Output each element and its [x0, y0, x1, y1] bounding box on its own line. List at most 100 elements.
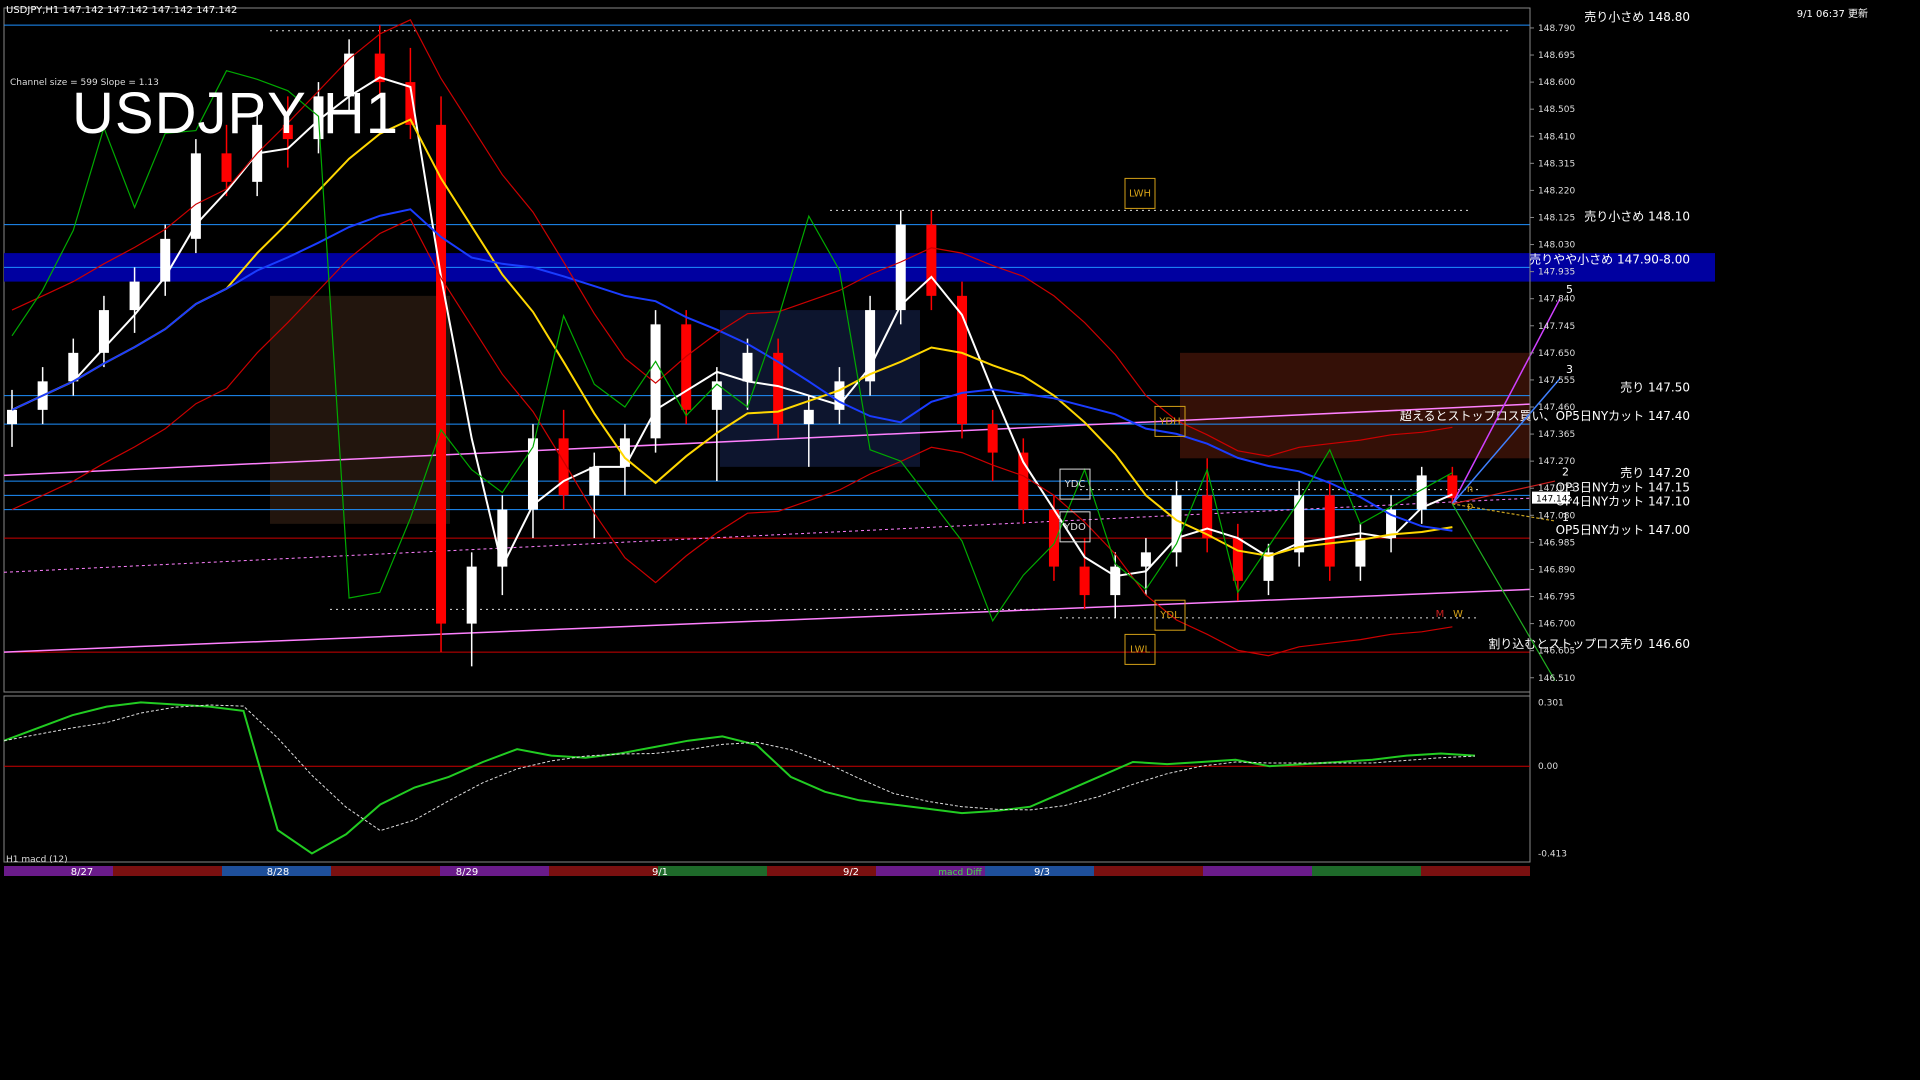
candle-body — [1079, 566, 1090, 596]
date-label: 8/29 — [456, 867, 478, 878]
update-time: 9/1 06:37 更新 — [1796, 9, 1868, 20]
candle-body — [436, 124, 447, 624]
candle-body — [589, 466, 600, 496]
marker-small-label: p — [1467, 501, 1473, 512]
level-label: OP3日NYカット 147.15 — [1556, 480, 1690, 494]
candle-body — [1324, 495, 1335, 567]
level-label: OP5日NYカット 147.00 — [1556, 523, 1690, 537]
date-label: 9/1 — [652, 867, 668, 878]
date-strip-segment — [1421, 866, 1530, 876]
date-strip-segment — [1203, 866, 1312, 876]
candle-body — [1110, 566, 1121, 596]
price-tick-label: 148.030 — [1538, 241, 1575, 251]
price-tick-label: 148.505 — [1538, 105, 1575, 115]
ichimoku-cloud-left — [270, 295, 450, 524]
date-label: 9/2 — [843, 867, 859, 878]
macd-scale-label: 0.301 — [1538, 698, 1564, 708]
wave-label: 3 — [1566, 363, 1573, 376]
level-label: 売り小さめ 148.80 — [1584, 9, 1690, 24]
candle-body — [466, 566, 477, 624]
chart-canvas: 売り小さめ 148.80 売り小さめ 148.10 売りやや小さめ 147.90-8… — [3, 7, 1715, 878]
date-strip-segment — [4, 866, 113, 876]
price-tick-label: 146.700 — [1538, 620, 1575, 630]
price-tick-label: 146.890 — [1538, 565, 1575, 575]
candle-body — [650, 324, 661, 439]
level-label: 売りやや小さめ 147.90-8.00 — [1529, 251, 1690, 266]
price-tick-label: 148.220 — [1538, 186, 1575, 196]
price-tick-label: 147.935 — [1538, 268, 1575, 278]
marker-box-label: YDO — [1063, 522, 1086, 533]
candle-body — [1048, 509, 1059, 567]
marker-small-label: W — [1453, 609, 1463, 620]
price-tick-label: 147.650 — [1538, 349, 1575, 359]
candle-body — [803, 409, 814, 425]
marker-small-label: M — [1436, 609, 1445, 620]
level-label: 割り込むとストップロス売り 146.60 — [1488, 636, 1690, 651]
date-strip-segment — [113, 866, 222, 876]
candle-body — [1355, 538, 1366, 567]
macd-signal-line — [3, 704, 1476, 832]
price-tick-label: 147.365 — [1538, 430, 1575, 440]
price-tick-label: 147.840 — [1538, 295, 1575, 305]
price-tick-label: 148.315 — [1538, 159, 1575, 169]
price-tick-label: 147.745 — [1538, 322, 1575, 332]
date-label: 9/3 — [1034, 867, 1050, 878]
candle-body — [711, 381, 722, 410]
price-tick-label: 148.600 — [1538, 78, 1575, 88]
date-label: 8/27 — [71, 867, 93, 878]
candle-body — [1232, 538, 1243, 581]
price-tick-label: 147.270 — [1538, 457, 1575, 467]
marker-box-label: LWL — [1130, 644, 1151, 655]
symbol-info: USDJPY,H1 147.142 147.142 147.142 147.14… — [6, 5, 238, 16]
price-tick-label: 146.795 — [1538, 593, 1575, 603]
candle-body — [129, 281, 140, 311]
date-strip-segment — [1312, 866, 1421, 876]
chart-title: USDJPY H1 — [72, 81, 400, 146]
date-strip-segment — [1094, 866, 1203, 876]
price-tick-label: 148.790 — [1538, 24, 1575, 34]
candle-body — [98, 310, 109, 353]
price-tick-label: 148.695 — [1538, 51, 1575, 61]
candle-body — [1202, 495, 1213, 539]
strip-text: macd Diff — [938, 868, 982, 878]
macd-scale-label: 0.00 — [1538, 762, 1558, 772]
price-tick-label: 147.555 — [1538, 376, 1575, 386]
level-label: 売り小さめ 148.10 — [1584, 209, 1690, 224]
level-label: OP4日NYカット 147.10 — [1556, 495, 1690, 509]
macd-main-line — [3, 701, 1476, 855]
marker-box-label: YDL — [1159, 610, 1180, 621]
marker-small-label: n — [1467, 484, 1473, 495]
candle-body — [7, 409, 17, 425]
candle-body — [987, 424, 998, 453]
candle-body — [1140, 552, 1151, 567]
level-label: 売り 147.20 — [1620, 465, 1690, 480]
ichimoku-cloud-right — [1180, 352, 1530, 459]
candle-body — [895, 224, 906, 311]
marker-box-label: YDH — [1158, 416, 1180, 427]
candle-body — [527, 438, 538, 510]
level-label: 売り 147.50 — [1620, 380, 1690, 395]
macd-label: H1 macd (12) — [6, 855, 68, 865]
candle-body — [1416, 475, 1427, 510]
price-tick-label: 146.510 — [1538, 674, 1575, 684]
date-strip-segment — [331, 866, 440, 876]
price-tick-label: 148.125 — [1538, 213, 1575, 223]
wave-label: 2 — [1562, 465, 1569, 478]
macd-plot-frame — [3, 695, 1531, 863]
price-tick-label: 148.410 — [1538, 132, 1575, 142]
price-tick-label: 147.460 — [1538, 403, 1575, 413]
current-price-label: 147.142 — [1536, 495, 1573, 505]
price-tick-label: 146.985 — [1538, 538, 1575, 548]
price-tick-label: 147.080 — [1538, 511, 1575, 521]
channel-lower-line — [3, 588, 1531, 653]
date-label: 8/28 — [267, 867, 289, 878]
date-strip-segment — [767, 866, 876, 876]
date-strip-segment — [549, 866, 658, 876]
candle-body — [681, 324, 692, 410]
marker-box-label: YDC — [1064, 479, 1086, 490]
candle-body — [221, 153, 232, 182]
date-strip-segment — [658, 866, 767, 876]
marker-box-label: LWH — [1129, 188, 1151, 199]
candle-body — [742, 352, 753, 382]
macd-scale-label: -0.413 — [1538, 849, 1567, 859]
